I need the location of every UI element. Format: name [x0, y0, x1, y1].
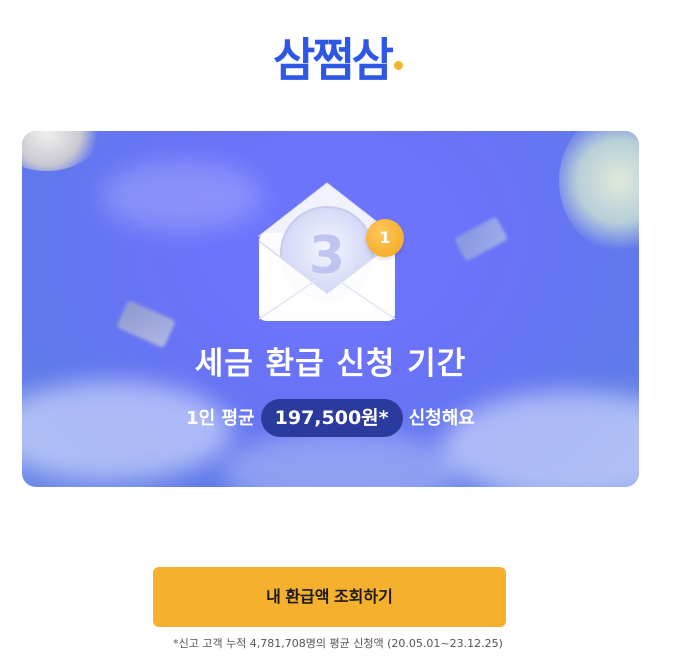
- banner-subline: 1인 평균 197,500원* 신청해요: [22, 399, 639, 438]
- cloud-decoration: [102, 161, 262, 231]
- sub-prefix: 1인 평균: [186, 408, 255, 429]
- banner-headline: 세금 환급 신청 기간: [194, 346, 467, 382]
- page: 삼쩜삼 3 1 세금 환급 신청 기간 1인 평균 197,500원* 신청해요…: [0, 0, 676, 657]
- logo-text: 삼쩜삼: [273, 33, 394, 87]
- blurred-coin-decoration: [22, 131, 102, 171]
- notification-badge: 1: [366, 219, 404, 257]
- check-refund-button[interactable]: 내 환급액 조회하기: [153, 567, 506, 627]
- tax-refund-banner: 3 1 세금 환급 신청 기간 1인 평균 197,500원* 신청해요: [22, 131, 639, 487]
- cloud-decoration: [222, 431, 462, 487]
- footnote: *신고 고객 누적 4,781,708명의 평균 신청액 (20.05.01~2…: [173, 637, 503, 650]
- envelope-number: 3: [309, 226, 345, 286]
- sub-suffix: 신청해요: [408, 408, 475, 429]
- blurred-globe-decoration: [559, 131, 639, 251]
- logo[interactable]: 삼쩜삼: [0, 32, 676, 88]
- logo-dot: [393, 61, 403, 70]
- money-bill-icon: [116, 299, 176, 349]
- badge-count: 1: [379, 228, 391, 247]
- money-bill-icon: [453, 216, 509, 262]
- average-amount-pill: 197,500원*: [260, 399, 403, 437]
